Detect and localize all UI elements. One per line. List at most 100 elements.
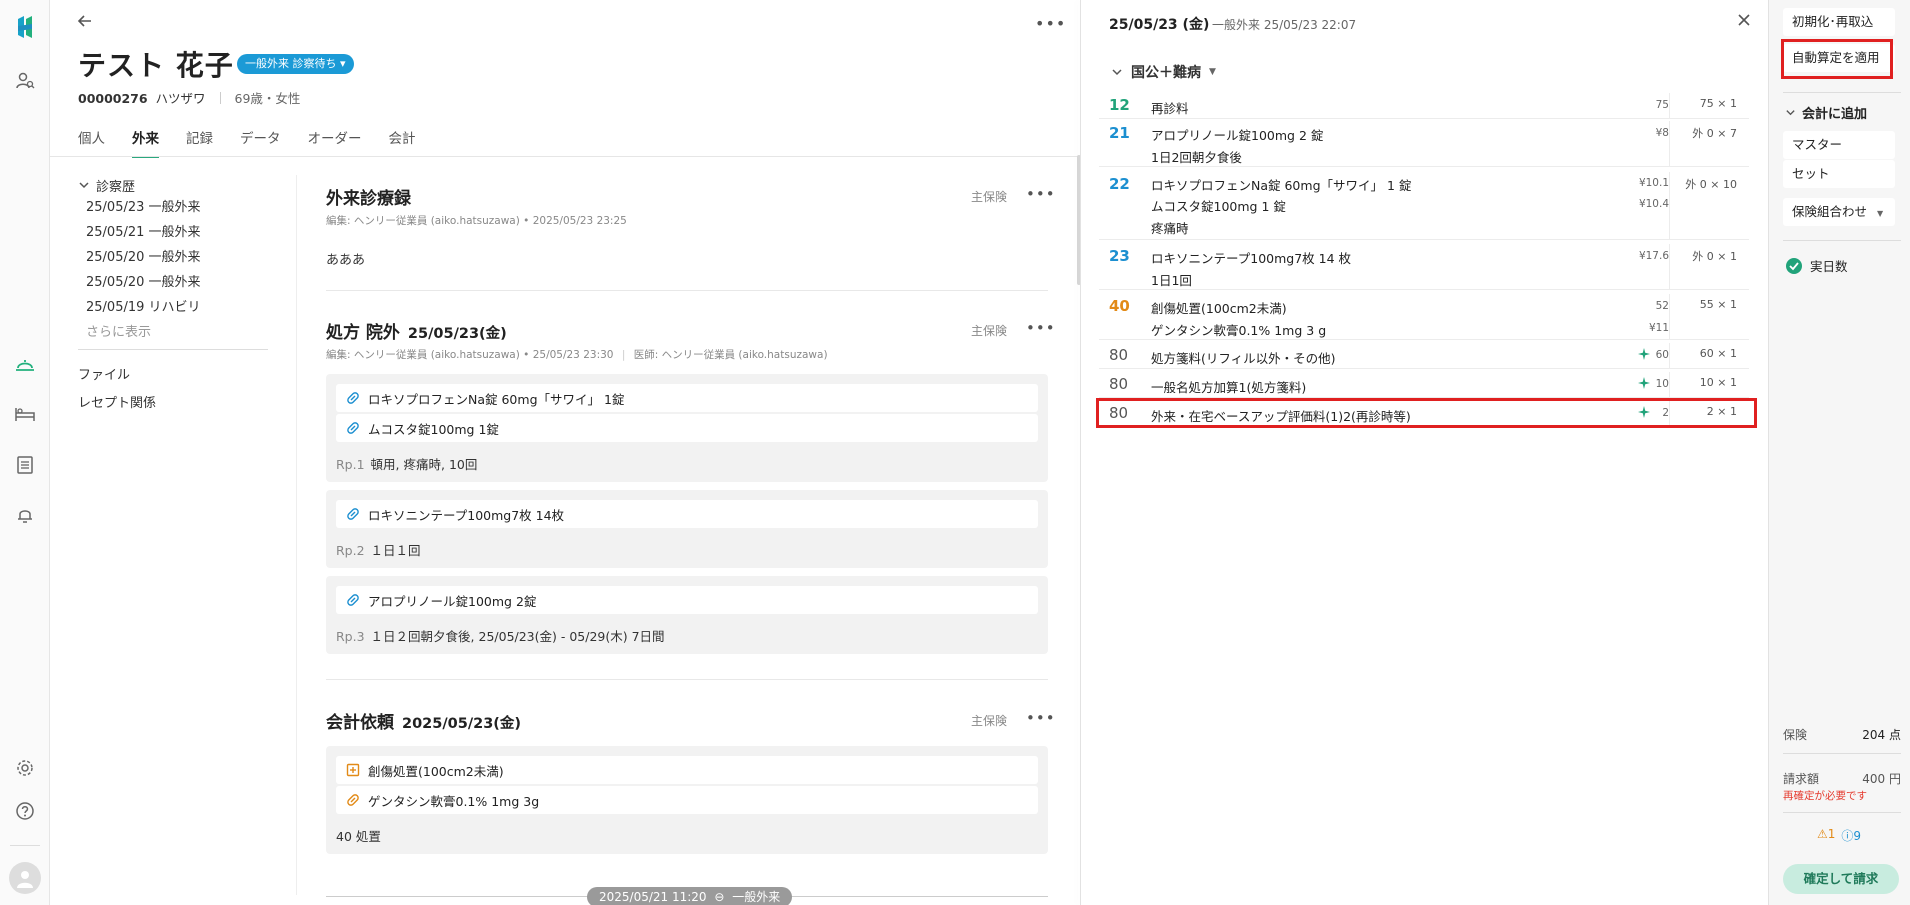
records-column: 外来診療録 主保険 ••• 編集: ヘンリー従業員 (aiko.hatsuzaw… bbox=[326, 0, 1055, 905]
list-icon[interactable] bbox=[12, 452, 38, 478]
patient-id: 00000276 bbox=[78, 91, 148, 106]
history-item[interactable]: 25/05/23 一般外来 bbox=[78, 195, 268, 220]
billing-date: 25/05/23 (金) bbox=[1109, 17, 1210, 33]
insurance-points-value: 204 点 bbox=[1862, 728, 1901, 742]
alert-counts[interactable]: ⚠1 ⓘ9 bbox=[1817, 827, 1861, 844]
billing-row[interactable]: 23 ロキソニンテープ100mg7枚 14 枚 1日1回 ¥17.6 外 0 ×… bbox=[1099, 244, 1749, 290]
insurance-group-header[interactable]: 国公＋難病 ▼ bbox=[1111, 62, 1216, 82]
tab-data[interactable]: データ bbox=[240, 127, 281, 157]
bed-icon[interactable] bbox=[12, 401, 38, 427]
patient-kana: ハツザワ bbox=[155, 91, 206, 106]
claim-amount-label: 請求額 bbox=[1783, 772, 1820, 786]
billing-panel: 25/05/23 (金) 一般外来 25/05/23 22:07 国公＋難病 ▼… bbox=[1081, 0, 1767, 905]
rp-usage: Rp.3 １日２回朝夕食後, 25/05/23(金) - 05/29(木) 7日間 bbox=[336, 626, 665, 645]
drug-row: ロキソニンテープ100mg7枚 14枚 bbox=[336, 500, 1038, 528]
billing-item-name: 一般名処方加算1(処方箋料) bbox=[1151, 380, 1307, 395]
sidebar-divider bbox=[1783, 92, 1901, 93]
insurance-points-label: 保険 bbox=[1783, 728, 1808, 742]
billing-code: 80 bbox=[1109, 375, 1129, 393]
avatar[interactable] bbox=[9, 862, 41, 894]
drug-row: ロキソプロフェンNa錠 60mg「サワイ」 1錠 bbox=[336, 384, 1038, 412]
history-item[interactable]: 25/05/20 一般外来 bbox=[78, 245, 268, 270]
patient-age-sex: 69歳・女性 bbox=[234, 91, 301, 106]
billing-row[interactable]: 12 再診料 75 75 × 1 bbox=[1099, 93, 1749, 119]
billing-price: 52 bbox=[1655, 300, 1669, 312]
close-icon[interactable] bbox=[1736, 12, 1754, 30]
auto-calc-sparkle-icon bbox=[1637, 376, 1651, 390]
help-icon[interactable] bbox=[12, 798, 38, 824]
master-button[interactable]: マスター bbox=[1783, 131, 1895, 159]
billing-qty: 外 0 × 10 bbox=[1685, 178, 1737, 191]
tab-records[interactable]: 記録 bbox=[186, 127, 213, 157]
visit-history-toggle[interactable]: 診察歴 bbox=[78, 175, 268, 195]
patient-name: テスト 花子 bbox=[78, 49, 234, 82]
add-to-bill-toggle[interactable]: 会計に追加 bbox=[1785, 103, 1867, 122]
billing-row[interactable]: 21 アロプリノール錠100mg 2 錠 1日2回朝夕食後 ¥8 外 0 × 7 bbox=[1099, 121, 1749, 167]
prescription-meta-editor: 編集: ヘンリー従業員 (aiko.hatsuzawa) • 25/05/23 … bbox=[326, 349, 614, 361]
receipt-link[interactable]: レセプト関係 bbox=[78, 390, 268, 418]
history-item[interactable]: 25/05/21 一般外来 bbox=[78, 220, 268, 245]
bell-icon[interactable] bbox=[12, 502, 38, 528]
billing-item-usage: 1日1回 bbox=[1151, 273, 1192, 288]
next-visit-datetime: 2025/05/21 11:20 bbox=[599, 890, 707, 904]
insurance-combo-select[interactable]: 保険組合わせ ▼ bbox=[1783, 198, 1895, 226]
history-item[interactable]: 25/05/19 リハビリ bbox=[78, 295, 268, 320]
prescription-more-icon[interactable]: ••• bbox=[1026, 319, 1056, 337]
visit-status-label: 一般外来 診察待ち bbox=[245, 57, 337, 70]
billing-code: 40 bbox=[1109, 297, 1130, 315]
warning-count-value: 1 bbox=[1827, 827, 1836, 841]
pill-icon bbox=[346, 507, 360, 521]
rp-card[interactable]: ロキソプロフェンNa錠 60mg「サワイ」 1錠 ムコスタ錠100mg 1錠 R… bbox=[326, 374, 1048, 482]
medical-more-icon[interactable]: ••• bbox=[1026, 185, 1056, 203]
drug-name: ロキソニンテープ100mg7枚 14枚 bbox=[368, 507, 565, 523]
history-item[interactable]: 25/05/20 一般外来 bbox=[78, 270, 268, 295]
section-divider bbox=[326, 290, 1048, 291]
claim-amount-value: 400 円 bbox=[1862, 772, 1901, 786]
drug-name: アロプリノール錠100mg 2錠 bbox=[368, 593, 537, 609]
billing-item-usage: 疼痛時 bbox=[1151, 221, 1189, 236]
pill-icon bbox=[346, 391, 360, 405]
show-more-link[interactable]: さらに表示 bbox=[78, 320, 268, 345]
medical-body[interactable]: あああ bbox=[326, 249, 365, 268]
section-divider bbox=[326, 679, 1048, 680]
app-root: ••• テスト 花子 一般外来 診察待ち ▾ 00000276 ハツザワ 69歳… bbox=[0, 0, 1910, 905]
pill-icon bbox=[346, 593, 360, 607]
tab-personal[interactable]: 個人 bbox=[78, 127, 105, 157]
patient-search-icon[interactable] bbox=[12, 68, 38, 94]
confirm-and-bill-button[interactable]: 確定して請求 bbox=[1783, 864, 1899, 894]
billing-item-name: 再診料 bbox=[1151, 101, 1189, 116]
billing-row[interactable]: 40 創傷処置(100cm2未満) ゲンタシン軟膏0.1% 1mg 3 g 52… bbox=[1099, 294, 1749, 340]
drug-row: アロプリノール錠100mg 2錠 bbox=[336, 586, 1038, 614]
billing-item-name: ロキソプロフェンNa錠 60mg「サワイ」 1 錠 bbox=[1151, 178, 1412, 193]
billing-code: 22 bbox=[1109, 175, 1130, 193]
billing-qty: 60 × 1 bbox=[1699, 347, 1737, 360]
henry-logo-icon[interactable] bbox=[12, 14, 38, 40]
billing-row[interactable]: 22 ロキソプロフェンNa錠 60mg「サワイ」 1 錠 ムコスタ錠100mg … bbox=[1099, 172, 1749, 240]
billing-item-name: ロキソニンテープ100mg7枚 14 枚 bbox=[1151, 251, 1352, 266]
back-arrow-icon[interactable] bbox=[76, 12, 96, 32]
next-visit-pill[interactable]: 2025/05/21 11:20 ⊖ 一般外来 bbox=[587, 887, 793, 905]
history-divider bbox=[78, 349, 268, 350]
accounting-more-icon[interactable]: ••• bbox=[1026, 709, 1056, 727]
billing-row[interactable]: 80 処方箋料(リフィル以外・その他) 60 60 × 1 bbox=[1099, 343, 1749, 369]
highlight-box bbox=[1096, 398, 1757, 428]
accounting-footer: 40 処置 bbox=[336, 829, 381, 844]
tab-outpatient[interactable]: 外来 bbox=[132, 127, 159, 158]
column-divider bbox=[1669, 172, 1670, 239]
drug-row: ゲンタシン軟膏0.1% 1mg 3g bbox=[336, 786, 1038, 814]
billing-row[interactable]: 80 一般名処方加算1(処方箋料) 10 10 × 1 bbox=[1099, 372, 1749, 398]
warning-count[interactable]: ⚠1 bbox=[1817, 827, 1835, 844]
procedure-icon bbox=[346, 763, 360, 777]
reset-reload-button[interactable]: 初期化･再取込 bbox=[1783, 8, 1895, 36]
set-button[interactable]: セット bbox=[1783, 160, 1895, 188]
outpatient-icon[interactable] bbox=[12, 352, 38, 378]
files-link[interactable]: ファイル bbox=[78, 362, 268, 390]
accounting-card[interactable]: 創傷処置(100cm2未満) ゲンタシン軟膏0.1% 1mg 3g 40 処置 bbox=[326, 746, 1048, 854]
billing-qty: 55 × 1 bbox=[1699, 298, 1737, 311]
info-count[interactable]: ⓘ9 bbox=[1841, 827, 1861, 844]
prescription-title: 処方 院外 25/05/23(金) bbox=[326, 318, 507, 343]
rp-card[interactable]: アロプリノール錠100mg 2錠 Rp.3 １日２回朝夕食後, 25/05/23(… bbox=[326, 576, 1048, 654]
rp-card[interactable]: ロキソニンテープ100mg7枚 14枚 Rp.2 １日１回 bbox=[326, 490, 1048, 568]
gear-icon[interactable] bbox=[12, 755, 38, 781]
billing-qty: 外 0 × 7 bbox=[1692, 127, 1737, 140]
